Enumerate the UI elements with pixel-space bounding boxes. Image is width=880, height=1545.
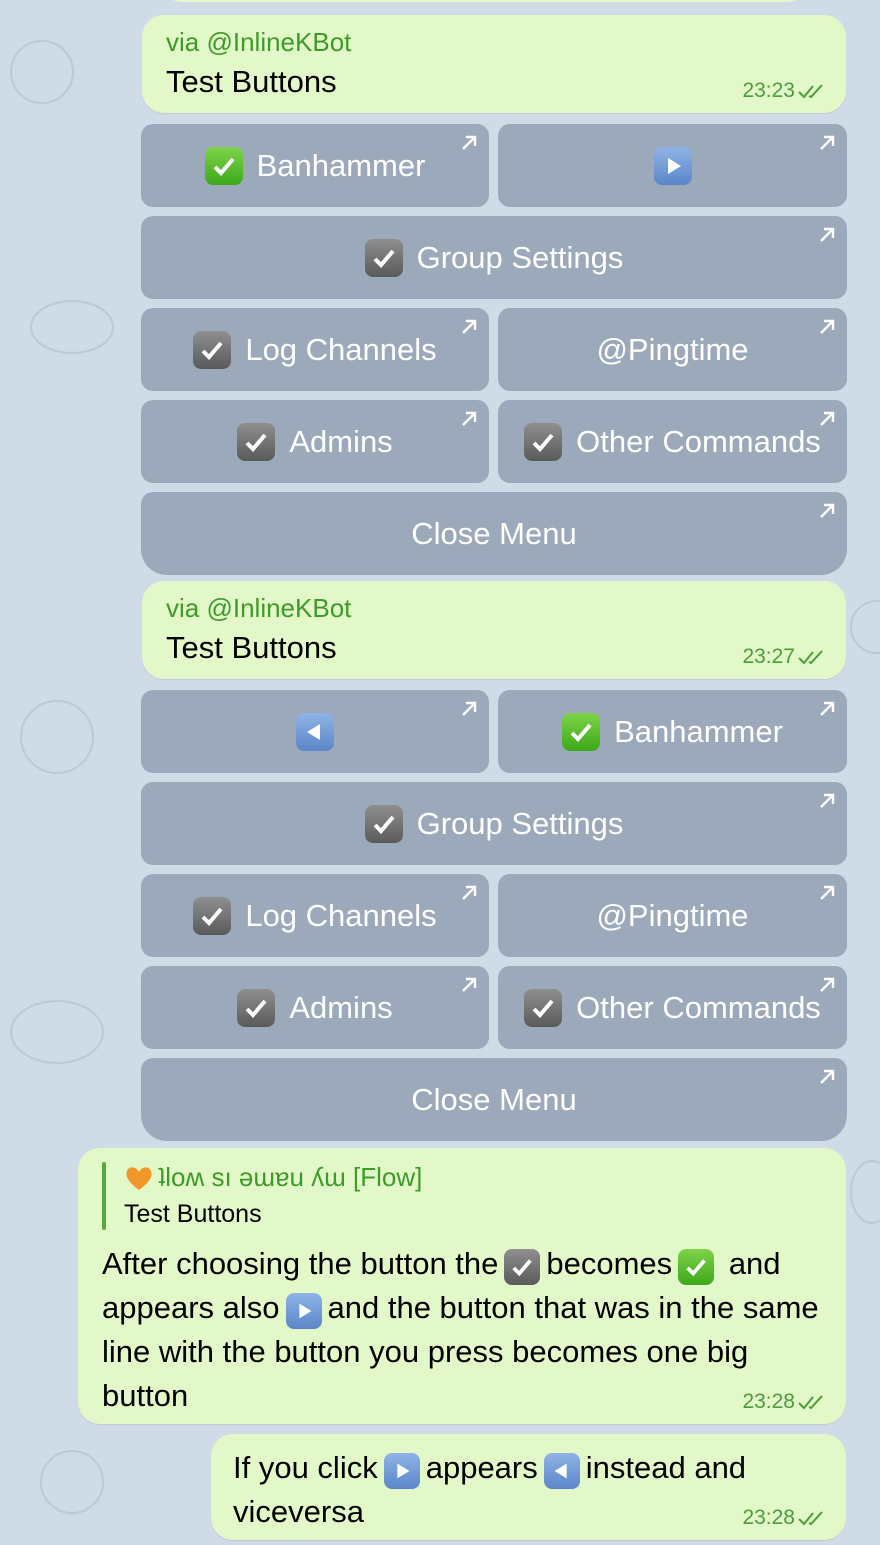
timestamp: 23:28: [742, 1506, 795, 1529]
bot-message-bubble: via @InlineKBot Test Buttons 23:27: [142, 581, 846, 679]
inline-button-arrow-icon: [462, 977, 477, 992]
reply-quoted-text: Test Buttons: [124, 1200, 262, 1228]
keyboard-button-close-menu[interactable]: Close Menu: [141, 492, 847, 575]
button-label: @Pingtime: [596, 897, 749, 933]
message-text: Test Buttons: [166, 630, 337, 665]
button-label: Other Commands: [576, 423, 821, 459]
button-label: Close Menu: [411, 1081, 577, 1117]
timestamp: 23:28: [742, 1390, 795, 1413]
keyboard-button-previous-page[interactable]: [141, 690, 489, 773]
button-label: Group Settings: [416, 805, 624, 841]
ballot-box-with-check-icon: [193, 330, 232, 369]
previous-message-bubble: [160, 0, 810, 2]
text-segment: appears: [425, 1450, 538, 1485]
keyboard-button-banhammer[interactable]: Banhammer: [498, 690, 847, 773]
reply-author: ʇloʍ sı ǝɯɐu ʎɯ [Flow]: [158, 1162, 423, 1192]
double-check-icon: [798, 650, 823, 665]
ballot-box-with-check-icon: [237, 422, 276, 461]
keyboard-button-pingtime[interactable]: @Pingtime: [498, 308, 847, 391]
text-segment: If you click: [233, 1450, 378, 1485]
via-bot-label[interactable]: via @InlineKBot: [166, 27, 351, 58]
message-body: After choosing the button the becomes and…: [102, 1242, 842, 1418]
reply-quote-bar: [102, 1162, 106, 1230]
reply-header[interactable]: ʇloʍ sı ǝɯɐu ʎɯ [Flow]: [124, 1162, 422, 1193]
button-label: Admins: [289, 423, 393, 459]
inline-button-arrow-icon: [820, 319, 835, 334]
keyboard-button-group-settings[interactable]: Group Settings: [141, 782, 847, 865]
play-button-icon: [285, 1293, 322, 1329]
ballot-box-with-check-icon: [237, 988, 276, 1027]
inline-button-arrow-icon: [820, 227, 835, 242]
inline-button-arrow-icon: [462, 885, 477, 900]
keyboard-button-admins[interactable]: Admins: [141, 400, 489, 483]
text-segment: becomes: [546, 1246, 673, 1281]
keyboard-button-other-commands[interactable]: Other Commands: [498, 966, 847, 1049]
button-label: Banhammer: [614, 713, 783, 749]
inline-button-arrow-icon: [462, 411, 477, 426]
double-check-icon: [798, 84, 823, 99]
reverse-button-icon: [296, 712, 334, 751]
inline-button-arrow-icon: [820, 503, 835, 518]
ballot-box-with-check-icon: [364, 238, 403, 277]
button-label: Log Channels: [245, 897, 437, 933]
button-label: Log Channels: [245, 331, 437, 367]
double-check-icon: [798, 1511, 823, 1526]
ballot-box-with-check-icon: [504, 1249, 541, 1285]
double-check-icon: [798, 1395, 823, 1410]
orange-heart-icon: [126, 1166, 152, 1190]
white-check-mark-icon: [562, 712, 601, 751]
button-label: @Pingtime: [596, 331, 749, 367]
keyboard-button-next-page[interactable]: [498, 124, 847, 207]
ballot-box-with-check-icon: [524, 988, 563, 1027]
keyboard-button-log-channels[interactable]: Log Channels: [141, 874, 489, 957]
white-check-mark-icon: [204, 146, 243, 185]
keyboard-button-close-menu[interactable]: Close Menu: [141, 1058, 847, 1141]
message-time: 23:23: [742, 79, 828, 103]
button-label: Banhammer: [256, 147, 426, 183]
play-button-icon: [383, 1453, 420, 1489]
outgoing-reply-message-bubble: ʇloʍ sı ǝɯɐu ʎɯ [Flow] Test Buttons Afte…: [78, 1148, 846, 1424]
via-bot-label[interactable]: via @InlineKBot: [166, 593, 351, 624]
inline-button-arrow-icon: [820, 701, 835, 716]
text-segment: After choosing the button the: [102, 1246, 499, 1281]
inline-button-arrow-icon: [462, 319, 477, 334]
timestamp: 23:23: [742, 79, 795, 102]
message-time: 23:27: [742, 645, 828, 669]
bot-message-bubble: via @InlineKBot Test Buttons 23:23: [142, 15, 846, 113]
keyboard-button-pingtime[interactable]: @Pingtime: [498, 874, 847, 957]
inline-button-arrow-icon: [462, 701, 477, 716]
inline-button-arrow-icon: [820, 793, 835, 808]
inline-button-arrow-icon: [820, 135, 835, 150]
message-time: 23:28: [742, 1506, 828, 1530]
outgoing-message-bubble: If you click appears instead and viceversa…: [211, 1434, 846, 1540]
play-button-icon: [653, 146, 692, 185]
ballot-box-with-check-icon: [364, 804, 403, 843]
timestamp: 23:27: [742, 645, 795, 668]
keyboard-button-group-settings[interactable]: Group Settings: [141, 216, 847, 299]
button-label: Other Commands: [576, 989, 821, 1025]
keyboard-button-other-commands[interactable]: Other Commands: [498, 400, 847, 483]
ballot-box-with-check-icon: [524, 422, 563, 461]
keyboard-button-admins[interactable]: Admins: [141, 966, 489, 1049]
button-label: Close Menu: [411, 515, 577, 551]
white-check-mark-icon: [678, 1249, 715, 1285]
keyboard-button-banhammer[interactable]: Banhammer: [141, 124, 489, 207]
inline-button-arrow-icon: [820, 1069, 835, 1084]
keyboard-button-log-channels[interactable]: Log Channels: [141, 308, 489, 391]
message-time: 23:28: [742, 1390, 828, 1414]
inline-button-arrow-icon: [820, 885, 835, 900]
button-label: Admins: [289, 989, 393, 1025]
inline-button-arrow-icon: [462, 135, 477, 150]
ballot-box-with-check-icon: [193, 896, 232, 935]
inline-button-arrow-icon: [820, 411, 835, 426]
button-label: Group Settings: [416, 239, 624, 275]
inline-button-arrow-icon: [820, 977, 835, 992]
reverse-button-icon: [543, 1453, 580, 1489]
message-text: Test Buttons: [166, 64, 337, 99]
